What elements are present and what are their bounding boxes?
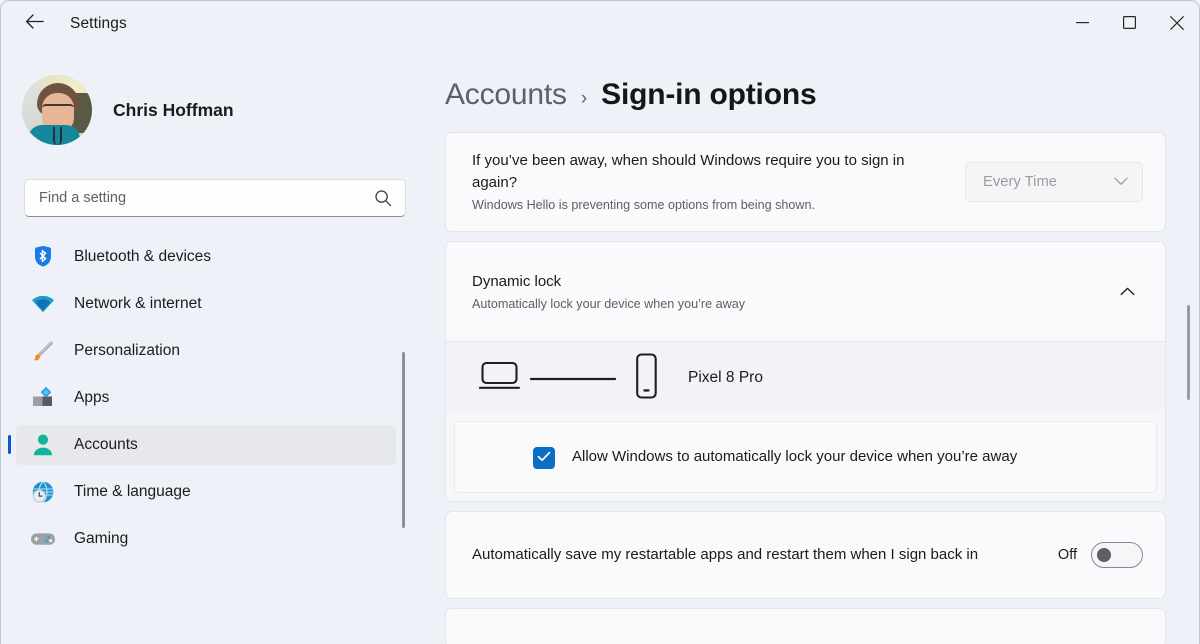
sidebar-item-label: Time & language bbox=[74, 483, 191, 501]
minimize-icon bbox=[1076, 22, 1089, 24]
back-arrow-icon bbox=[25, 14, 44, 34]
sidebar-item-label: Accounts bbox=[74, 436, 138, 454]
dropdown-value: Every Time bbox=[983, 174, 1057, 190]
restartable-apps-toggle[interactable] bbox=[1091, 542, 1143, 568]
laptop-icon bbox=[479, 359, 523, 398]
person-icon bbox=[30, 432, 56, 458]
apps-blocks-icon bbox=[30, 385, 56, 411]
dynamic-lock-title: Dynamic lock bbox=[472, 271, 1111, 293]
sidebar-item-label: Network & internet bbox=[74, 295, 202, 313]
allow-autolock-label: Allow Windows to automatically lock your… bbox=[572, 446, 1017, 469]
allow-autolock-checkbox[interactable] bbox=[533, 447, 555, 469]
content-scrollbar[interactable] bbox=[1187, 305, 1190, 400]
dynamic-lock-card: Dynamic lock Automatically lock your dev… bbox=[445, 241, 1166, 502]
paired-device-row[interactable]: Pixel 8 Pro bbox=[446, 341, 1165, 414]
maximize-button[interactable] bbox=[1106, 0, 1153, 45]
close-button[interactable] bbox=[1153, 0, 1200, 45]
search-input[interactable] bbox=[37, 189, 357, 207]
toggle-knob bbox=[1097, 548, 1111, 562]
globe-clock-icon bbox=[30, 479, 56, 505]
phone-icon bbox=[631, 352, 661, 405]
require-signin-subtitle: Windows Hello is preventing some options… bbox=[472, 196, 965, 214]
profile-block[interactable]: Chris Hoffman bbox=[22, 75, 424, 145]
paired-device-name: Pixel 8 Pro bbox=[688, 369, 763, 387]
require-signin-dropdown[interactable]: Every Time bbox=[965, 162, 1143, 202]
sidebar: Chris Hoffman bbox=[0, 48, 424, 644]
search-box[interactable] bbox=[24, 179, 406, 217]
sidebar-item-bluetooth-devices[interactable]: Bluetooth & devices bbox=[16, 237, 396, 277]
sidebar-item-label: Apps bbox=[74, 389, 109, 407]
restartable-apps-title: Automatically save my restartable apps a… bbox=[472, 544, 1012, 566]
content-pane: Accounts › Sign-in options If you’ve bee… bbox=[424, 48, 1200, 644]
profile-name: Chris Hoffman bbox=[113, 100, 234, 121]
sidebar-item-accounts[interactable]: Accounts bbox=[16, 425, 396, 465]
maximize-icon bbox=[1123, 16, 1136, 29]
close-icon bbox=[1170, 16, 1184, 30]
sidebar-item-gaming[interactable]: Gaming bbox=[16, 519, 396, 559]
gamepad-icon bbox=[30, 526, 56, 552]
next-card-partial bbox=[445, 608, 1166, 644]
dynamic-lock-header[interactable]: Dynamic lock Automatically lock your dev… bbox=[446, 242, 1165, 341]
restartable-apps-toggle-group[interactable]: Off bbox=[1058, 542, 1143, 568]
breadcrumb: Accounts › Sign-in options bbox=[445, 78, 1200, 112]
require-signin-title: If you’ve been away, when should Windows… bbox=[472, 150, 924, 194]
dynamic-lock-expander[interactable] bbox=[1111, 276, 1143, 308]
window-controls bbox=[1059, 0, 1200, 45]
search-icon bbox=[374, 189, 392, 212]
chevron-up-icon bbox=[1120, 283, 1135, 301]
minimize-button[interactable] bbox=[1059, 0, 1106, 45]
connection-line-icon bbox=[529, 369, 617, 387]
sidebar-nav: Bluetooth & devices Network & internet bbox=[0, 237, 424, 559]
bluetooth-icon bbox=[30, 244, 56, 270]
selection-indicator bbox=[8, 435, 11, 454]
sidebar-item-network-internet[interactable]: Network & internet bbox=[16, 284, 396, 324]
sidebar-item-personalization[interactable]: Personalization bbox=[16, 331, 396, 371]
breadcrumb-separator-icon: › bbox=[581, 88, 587, 110]
page-title: Sign-in options bbox=[601, 78, 816, 112]
dynamic-lock-checkbox-row[interactable]: Allow Windows to automatically lock your… bbox=[454, 421, 1157, 493]
sidebar-item-label: Personalization bbox=[74, 342, 180, 360]
sidebar-item-label: Bluetooth & devices bbox=[74, 248, 211, 266]
app-title: Settings bbox=[70, 15, 127, 33]
settings-window: Settings bbox=[0, 0, 1200, 644]
dynamic-lock-subtitle: Automatically lock your device when you’… bbox=[472, 295, 1111, 313]
restartable-apps-card: Automatically save my restartable apps a… bbox=[445, 511, 1166, 599]
paintbrush-icon bbox=[30, 338, 56, 364]
title-bar: Settings bbox=[0, 0, 1200, 48]
chevron-down-icon bbox=[1114, 173, 1128, 191]
avatar bbox=[22, 75, 92, 145]
require-signin-card: If you’ve been away, when should Windows… bbox=[445, 132, 1166, 232]
checkmark-icon bbox=[537, 449, 551, 467]
sidebar-item-label: Gaming bbox=[74, 530, 128, 548]
back-button[interactable] bbox=[17, 7, 51, 41]
toggle-state-label: Off bbox=[1058, 547, 1077, 563]
sidebar-item-apps[interactable]: Apps bbox=[16, 378, 396, 418]
breadcrumb-parent[interactable]: Accounts bbox=[445, 78, 567, 112]
sidebar-item-time-language[interactable]: Time & language bbox=[16, 472, 396, 512]
wifi-icon bbox=[30, 291, 56, 317]
sidebar-scrollbar[interactable] bbox=[402, 352, 405, 528]
